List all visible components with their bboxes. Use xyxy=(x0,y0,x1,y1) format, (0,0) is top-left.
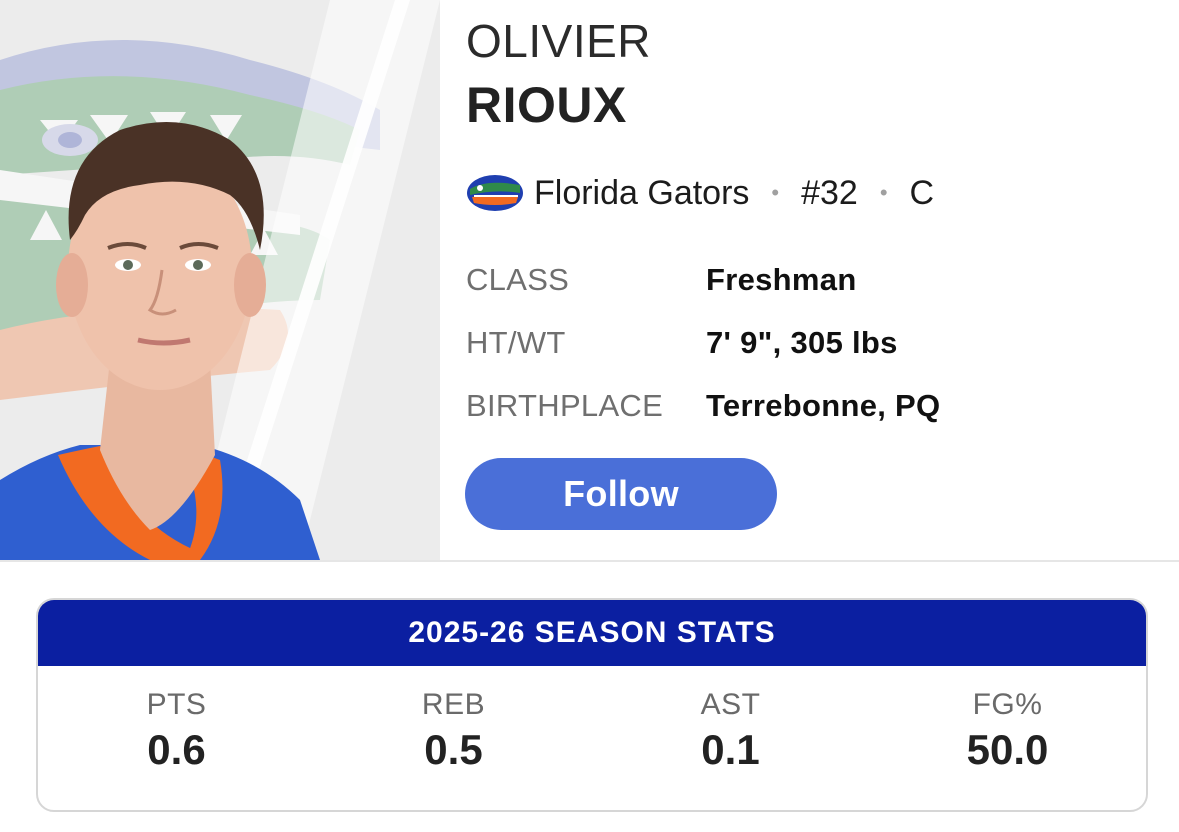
player-headshot xyxy=(0,0,440,560)
divider xyxy=(0,560,1179,562)
info-value: Freshman xyxy=(706,261,857,297)
info-row-birthplace: BIRTHPLACE Terrebonne, PQ xyxy=(466,374,940,437)
jersey-number: #32 xyxy=(801,173,858,212)
separator-dot: • xyxy=(879,180,888,205)
stat-reb: REB 0.5 xyxy=(315,688,592,774)
stat-label: PTS xyxy=(146,688,207,721)
stat-fg-pct: FG% 50.0 xyxy=(869,688,1146,774)
stat-pts: PTS 0.6 xyxy=(38,688,315,774)
info-row-class: CLASS Freshman xyxy=(466,248,940,311)
player-info: CLASS Freshman HT/WT 7' 9", 305 lbs BIRT… xyxy=(466,248,940,437)
team-name[interactable]: Florida Gators xyxy=(534,174,749,213)
follow-button[interactable]: Follow xyxy=(465,458,777,530)
info-value: 7' 9", 305 lbs xyxy=(706,324,898,360)
season-stats-title: 2025-26 SEASON STATS xyxy=(38,600,1146,666)
stats-columns: PTS 0.6 REB 0.5 AST 0.1 FG% 50.0 xyxy=(38,666,1146,774)
florida-gators-logo-icon[interactable] xyxy=(466,173,524,213)
info-value: Terrebonne, PQ xyxy=(706,387,941,423)
separator-dot: • xyxy=(771,180,780,205)
stat-value: 0.5 xyxy=(424,726,483,773)
stat-label: REB xyxy=(421,688,486,721)
stat-value: 50.0 xyxy=(966,726,1049,773)
stat-value: 0.1 xyxy=(701,726,760,773)
info-row-height-weight: HT/WT 7' 9", 305 lbs xyxy=(466,311,940,374)
player-first-name: OLIVIER xyxy=(466,15,652,67)
stat-label: FG% xyxy=(972,688,1043,721)
team-row: Florida Gators • #32 • C xyxy=(466,168,934,218)
info-label: HT/WT xyxy=(466,324,566,360)
player-last-name: RIOUX xyxy=(466,77,627,133)
position: C xyxy=(909,173,935,212)
player-hero-image xyxy=(0,0,440,560)
stat-label: AST xyxy=(700,688,761,721)
info-label: CLASS xyxy=(466,261,570,297)
player-header: OLIVIER RIOUX Florida Gators • #32 • C C… xyxy=(0,0,1179,560)
info-label: BIRTHPLACE xyxy=(466,387,664,423)
season-stats-card: 2025-26 SEASON STATS PTS 0.6 REB 0.5 AST… xyxy=(36,598,1148,812)
stat-ast: AST 0.1 xyxy=(592,688,869,774)
stat-value: 0.6 xyxy=(147,726,206,773)
